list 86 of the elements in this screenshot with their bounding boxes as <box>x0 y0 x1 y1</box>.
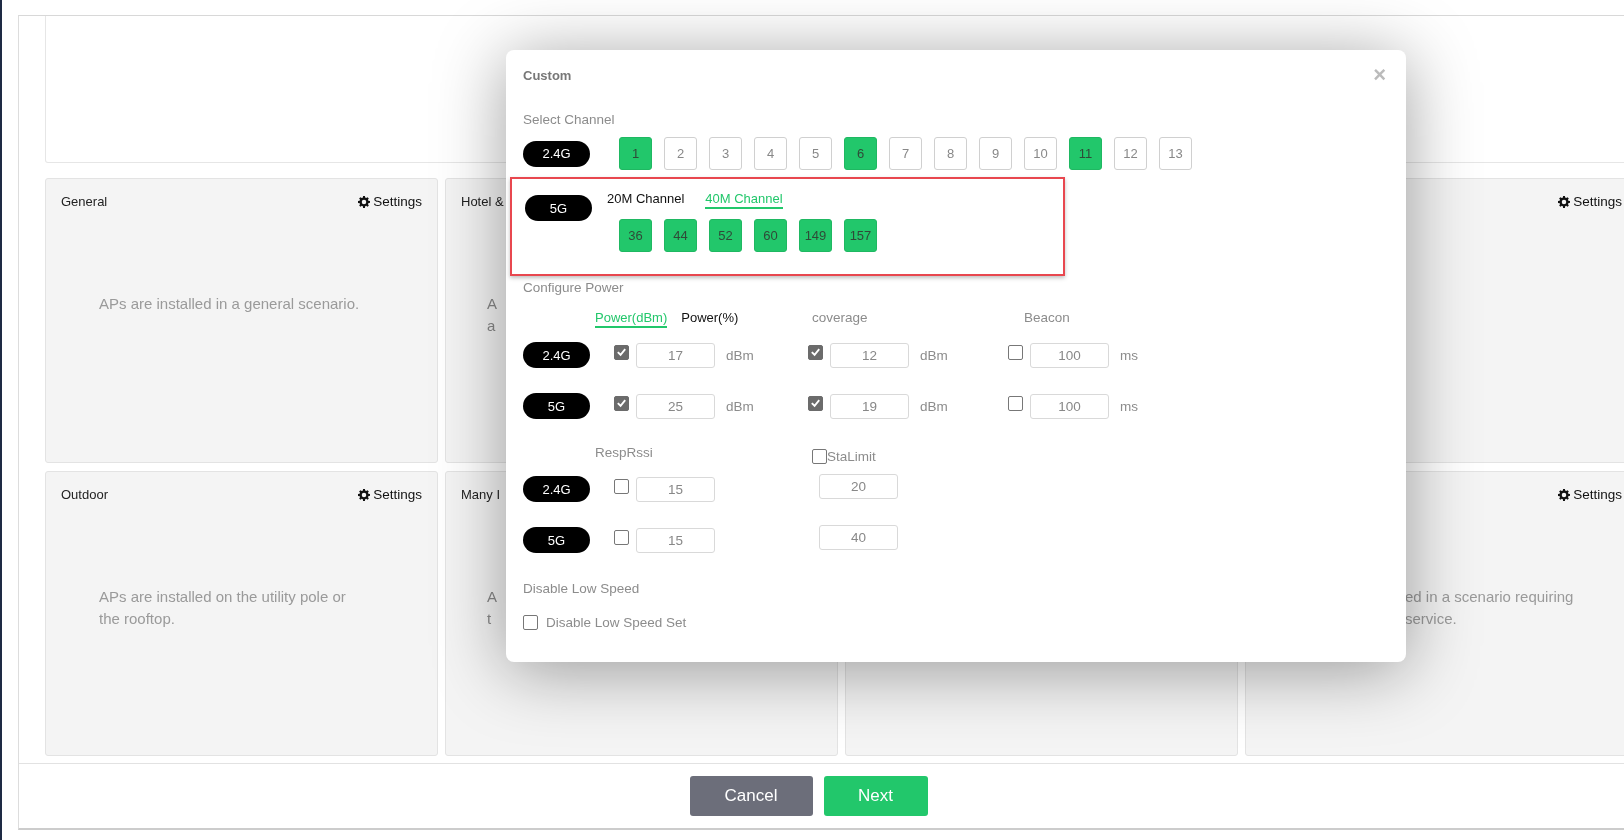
channel-option[interactable]: 149 <box>799 219 832 252</box>
card-title: Many I <box>461 487 500 502</box>
number-field[interactable]: 100 <box>1030 342 1109 368</box>
settings-link[interactable]: Settings <box>358 194 422 209</box>
number-field[interactable]: 25 <box>636 393 715 419</box>
gear-icon <box>1558 195 1571 208</box>
card-description: A a <box>487 294 497 336</box>
checkbox[interactable] <box>614 529 629 545</box>
channel-option[interactable]: 11 <box>1069 137 1102 170</box>
channel-option[interactable]: 10 <box>1024 137 1057 170</box>
settings-link[interactable]: Settings <box>358 487 422 502</box>
checkbox[interactable] <box>1008 344 1023 360</box>
number-field[interactable]: 20 <box>819 473 898 499</box>
close-button[interactable]: × <box>1373 64 1386 86</box>
card-description: ed in a scenario requiring service. <box>1404 587 1575 629</box>
power-unit-tab[interactable]: Power(%) <box>681 310 739 328</box>
band-badge: 2.4G <box>523 476 590 502</box>
checkbox[interactable] <box>614 395 629 411</box>
band-badge: 2.4G <box>523 342 590 368</box>
dialog-title: Custom <box>523 67 572 83</box>
channel-width-tab[interactable]: 40M Channel <box>705 191 783 209</box>
card-description: APs are installed in a general scenario. <box>98 294 361 314</box>
channel-option[interactable]: 8 <box>934 137 967 170</box>
checkbox[interactable] <box>523 615 538 630</box>
checkbox-label: StaLimit <box>827 449 876 464</box>
channel-option[interactable]: 44 <box>664 219 697 252</box>
channel-option[interactable]: 12 <box>1114 137 1147 170</box>
channel-option[interactable]: 52 <box>709 219 742 252</box>
scenario-card[interactable]: General Settings APs are installed in a general scenario. <box>45 178 438 463</box>
column-label: coverage <box>812 310 869 327</box>
channel-option[interactable]: 3 <box>709 137 742 170</box>
unit-label: ms <box>1120 398 1138 414</box>
channel-option[interactable]: 1 <box>619 137 652 170</box>
checkbox[interactable] <box>614 478 629 494</box>
section-label: Configure Power <box>523 280 625 295</box>
band-badge: 5G <box>523 393 590 419</box>
band-badge: 2.4G <box>523 140 590 167</box>
channel-option[interactable]: 60 <box>754 219 787 252</box>
band-badge: 5G <box>525 195 592 221</box>
checkbox[interactable] <box>812 449 827 464</box>
card-description: APs are installed on the utility pole or the rooftop. <box>98 587 347 629</box>
channel-option[interactable]: 6 <box>844 137 877 170</box>
next-button[interactable]: Next <box>823 776 928 816</box>
settings-link[interactable]: Settings <box>1558 194 1622 209</box>
power-unit-tab[interactable]: Power(dBm) <box>595 310 668 328</box>
channel-option[interactable]: 2 <box>664 137 697 170</box>
unit-label: dBm <box>726 347 754 363</box>
column-label: RespRssi <box>595 445 654 460</box>
cancel-button[interactable]: Cancel <box>689 776 813 816</box>
number-field[interactable]: 12 <box>830 342 909 368</box>
checkbox[interactable] <box>1008 395 1023 411</box>
section-label: Disable Low Speed <box>523 581 641 596</box>
channel-option[interactable]: 36 <box>619 219 652 252</box>
section-label: Select Channel <box>523 112 616 127</box>
card-title: Hotel & <box>461 194 504 209</box>
band-badge: 5G <box>523 527 590 553</box>
number-field[interactable]: 100 <box>1030 393 1109 419</box>
settings-link[interactable]: Settings <box>1558 487 1622 502</box>
channel-option[interactable]: 157 <box>844 219 877 252</box>
checkbox[interactable] <box>808 344 823 360</box>
channel-option[interactable]: 4 <box>754 137 787 170</box>
unit-label: ms <box>1120 347 1138 363</box>
unit-label: dBm <box>726 398 754 414</box>
channel-width-tab[interactable]: 20M Channel <box>607 191 685 209</box>
channel-option[interactable]: 7 <box>889 137 922 170</box>
checkbox-label: Disable Low Speed Set <box>546 615 687 630</box>
number-field[interactable]: 40 <box>819 524 898 550</box>
gear-icon <box>358 195 371 208</box>
column-label: Beacon <box>1024 310 1070 327</box>
number-field[interactable]: 17 <box>636 342 715 368</box>
unit-label: dBm <box>920 347 948 363</box>
channel-option[interactable]: 5 <box>799 137 832 170</box>
channel-option[interactable]: 13 <box>1159 137 1192 170</box>
number-field[interactable]: 19 <box>830 393 909 419</box>
card-title: General <box>61 194 108 209</box>
checkbox[interactable] <box>808 395 823 411</box>
number-field[interactable]: 15 <box>636 527 715 553</box>
unit-label: dBm <box>920 398 948 414</box>
number-field[interactable]: 15 <box>636 476 715 502</box>
gear-icon <box>358 488 371 501</box>
gear-icon <box>1558 488 1571 501</box>
card-description: A t <box>487 587 497 629</box>
card-title: Outdoor <box>61 487 108 502</box>
checkbox[interactable] <box>614 344 629 360</box>
scenario-card[interactable]: Outdoor Settings APs are installed on the utility pole or the rooftop. <box>45 471 438 756</box>
channel-option[interactable]: 9 <box>979 137 1012 170</box>
